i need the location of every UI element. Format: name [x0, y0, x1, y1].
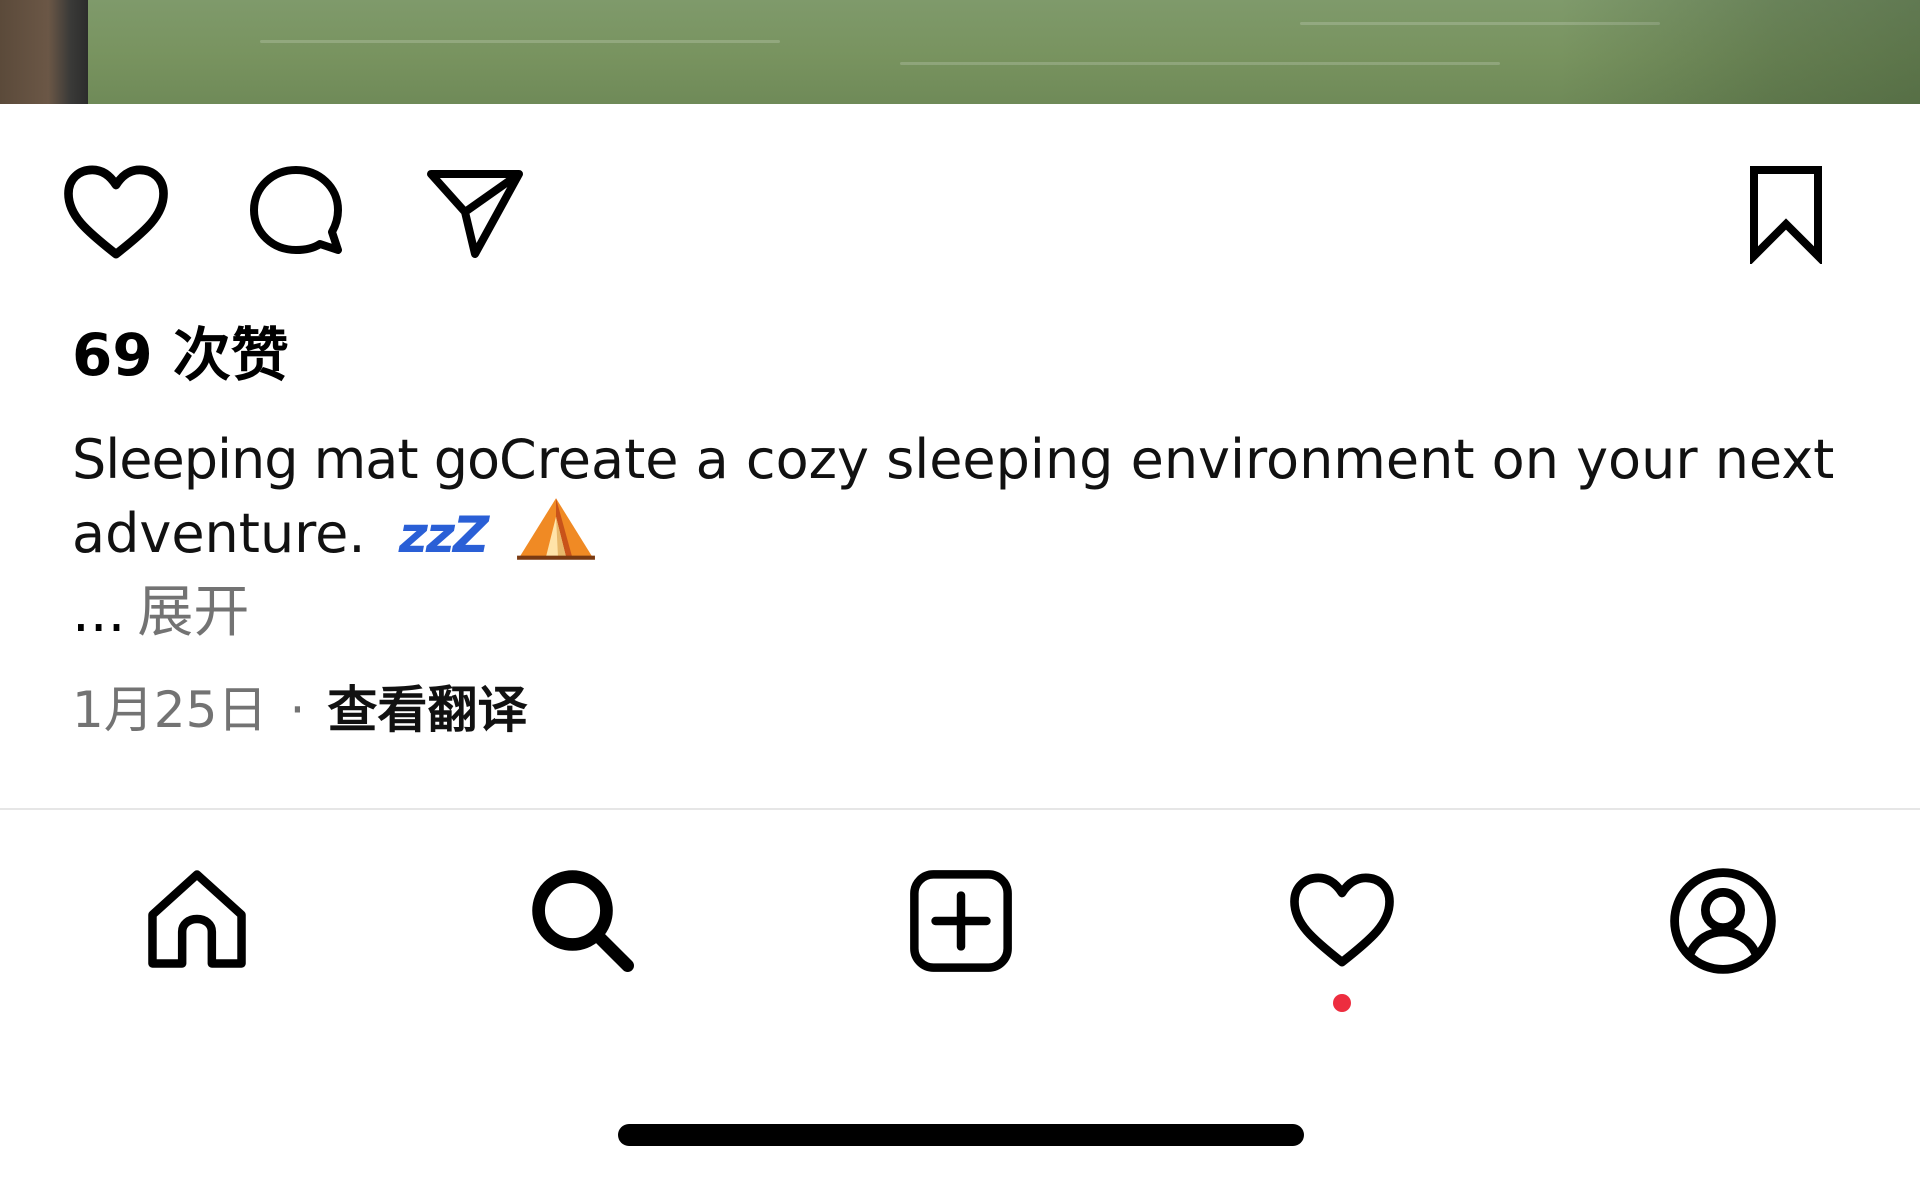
- heart-icon: [64, 165, 168, 259]
- nav-profile-button[interactable]: [1668, 866, 1778, 976]
- meta-separator: ·: [289, 681, 306, 739]
- expand-caption-link[interactable]: 展开: [137, 580, 249, 645]
- heart-icon: [1290, 873, 1394, 967]
- caption-username[interactable]: Sleeping mat go: [72, 428, 500, 491]
- save-button[interactable]: [1740, 164, 1832, 264]
- instagram-post-screen: 69 次赞 Sleeping mat goCreate a cozy sleep…: [0, 0, 1920, 1182]
- plus-square-icon: [910, 870, 1012, 972]
- search-icon: [532, 870, 634, 972]
- home-indicator[interactable]: [618, 1124, 1304, 1146]
- nav-search-button[interactable]: [528, 866, 634, 972]
- nav-create-button[interactable]: [908, 868, 1014, 974]
- like-button[interactable]: [62, 162, 170, 262]
- post-caption: Sleeping mat goCreate a cozy sleeping en…: [72, 424, 1872, 571]
- photo-ground-area: [0, 0, 88, 104]
- photo-mat-fold: [900, 62, 1500, 65]
- photo-shadow: [1560, 0, 1920, 104]
- paper-plane-icon: [427, 170, 523, 258]
- tent-emoji-icon: [515, 496, 597, 562]
- caption-more-row[interactable]: ... 展开: [72, 578, 249, 648]
- post-meta-row: 1月25日 · 查看翻译: [72, 675, 527, 745]
- user-circle-icon: [1670, 868, 1776, 974]
- nav-divider: [0, 808, 1920, 810]
- bookmark-icon: [1750, 166, 1822, 264]
- post-date: 1月25日: [72, 681, 268, 739]
- ellipsis: ...: [72, 580, 126, 645]
- nav-activity-button[interactable]: [1288, 870, 1396, 970]
- post-image[interactable]: [0, 0, 1920, 104]
- comment-button[interactable]: [244, 162, 348, 262]
- see-translation-link[interactable]: 查看翻译: [327, 681, 527, 739]
- home-icon: [148, 870, 246, 968]
- likes-count[interactable]: 69 次赞: [72, 320, 289, 390]
- comment-bubble-icon: [250, 166, 342, 254]
- zzz-emoji-icon: zzZ: [398, 506, 489, 564]
- share-button[interactable]: [420, 164, 530, 264]
- activity-notification-dot: [1333, 994, 1351, 1012]
- photo-mat-fold: [260, 40, 780, 43]
- nav-home-button[interactable]: [144, 866, 250, 972]
